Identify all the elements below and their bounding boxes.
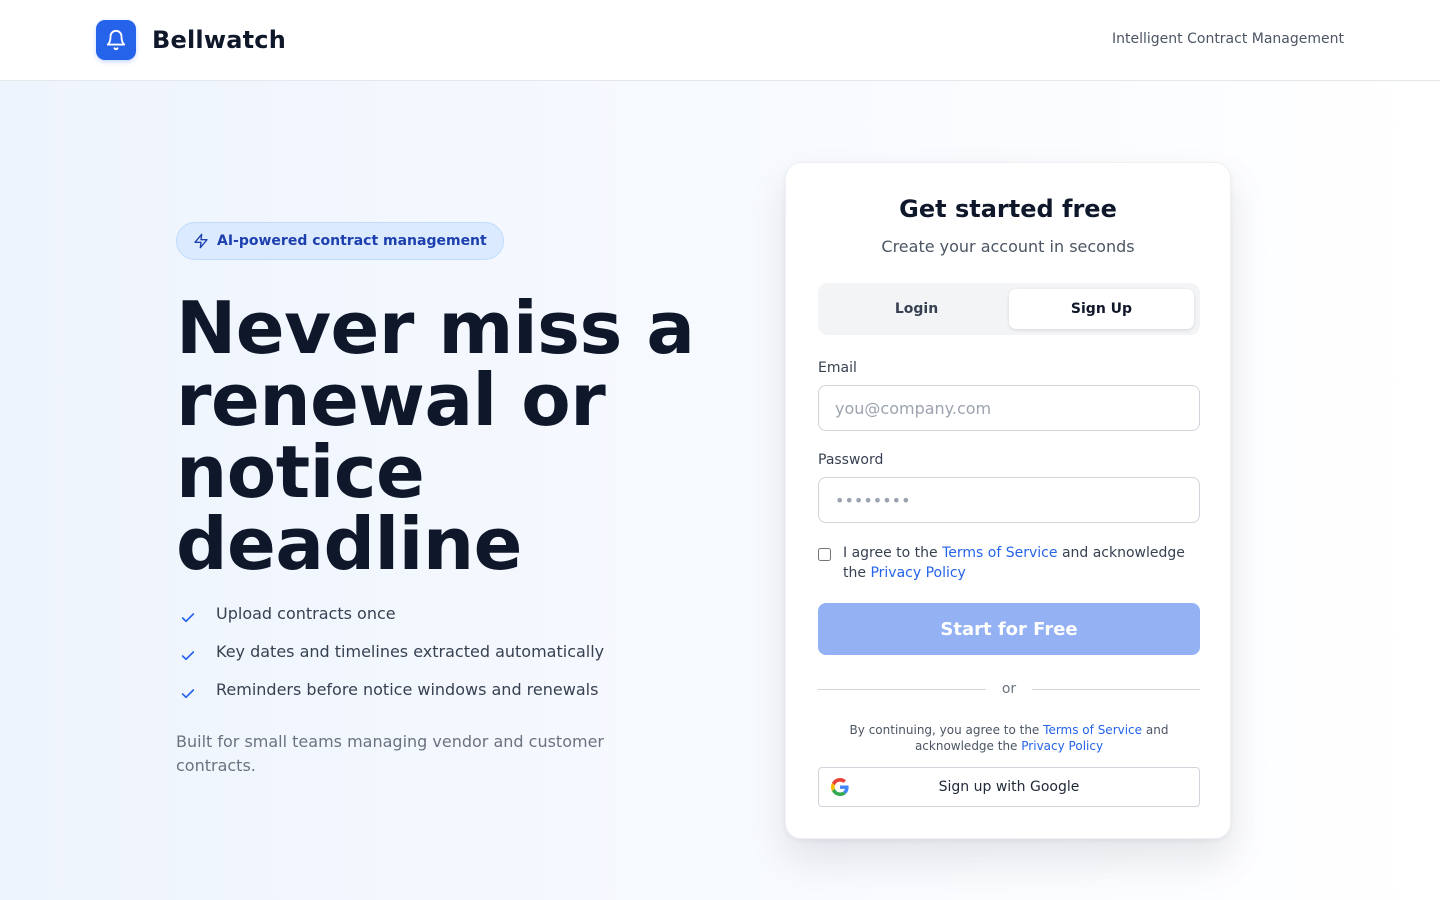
feature-text: Reminders before notice windows and rene… (216, 680, 599, 699)
top-bar: Bellwatch Intelligent Contract Managemen… (0, 0, 1440, 81)
feature-text: Key dates and timelines extracted automa… (216, 642, 605, 661)
agree-checkbox[interactable] (818, 548, 831, 561)
feature-item: Upload contracts once (176, 604, 604, 642)
terms-agreement: I agree to the Terms of Service and ackn… (818, 543, 1200, 583)
google-signup-label: Sign up with Google (938, 779, 1080, 795)
check-icon (181, 613, 195, 623)
terms-link[interactable]: Terms of Service (942, 545, 1057, 561)
password-field[interactable] (818, 477, 1200, 523)
password-label: Password (818, 452, 884, 468)
agree-text: I agree to the Terms of Service and ackn… (843, 543, 1200, 583)
tab-login[interactable]: Login (824, 289, 1009, 329)
email-label: Email (818, 360, 857, 376)
legal-privacy-link[interactable]: Privacy Policy (1021, 739, 1103, 753)
header-tagline: Intelligent Contract Management (1112, 31, 1344, 47)
signup-card: Get started free Create your account in … (785, 162, 1231, 839)
hero-headline: Never miss a renewal or notice deadline (176, 286, 695, 586)
legal-notice: By continuing, you agree to the Terms of… (818, 722, 1200, 754)
ai-badge: AI-powered contract management (176, 222, 504, 260)
agree-prefix: I agree to the (843, 545, 938, 561)
privacy-link[interactable]: Privacy Policy (870, 565, 965, 581)
google-signup-button[interactable]: Sign up with Google (818, 767, 1200, 807)
card-title: Get started free (899, 195, 1117, 223)
check-icon (181, 651, 195, 661)
hero-footnote: Built for small teams managing vendor an… (176, 732, 604, 775)
feature-text: Upload contracts once (216, 604, 396, 623)
ai-badge-label: AI-powered contract management (217, 233, 487, 249)
legal-terms-link[interactable]: Terms of Service (1043, 723, 1142, 737)
divider-text: or (1001, 681, 1017, 697)
feature-item: Key dates and timelines extracted automa… (176, 642, 604, 680)
feature-item: Reminders before notice windows and rene… (176, 680, 604, 718)
or-divider: or (818, 679, 1201, 699)
brand[interactable]: Bellwatch (96, 20, 286, 60)
start-for-free-button[interactable]: Start for Free (818, 603, 1200, 655)
google-icon (831, 778, 849, 796)
card-subtitle: Create your account in seconds (881, 237, 1135, 256)
tab-sign-up[interactable]: Sign Up (1009, 289, 1194, 329)
divider-line (818, 688, 986, 690)
brand-name: Bellwatch (152, 26, 286, 54)
bell-icon (96, 20, 136, 60)
feature-list: Upload contracts once Key dates and time… (176, 604, 604, 718)
email-field[interactable] (818, 385, 1200, 431)
divider-line (1032, 688, 1201, 690)
lightning-icon (194, 233, 208, 249)
auth-tabs: Login Sign Up (818, 283, 1200, 335)
check-icon (181, 689, 195, 699)
legal-prefix: By continuing, you agree to the (849, 723, 1040, 737)
